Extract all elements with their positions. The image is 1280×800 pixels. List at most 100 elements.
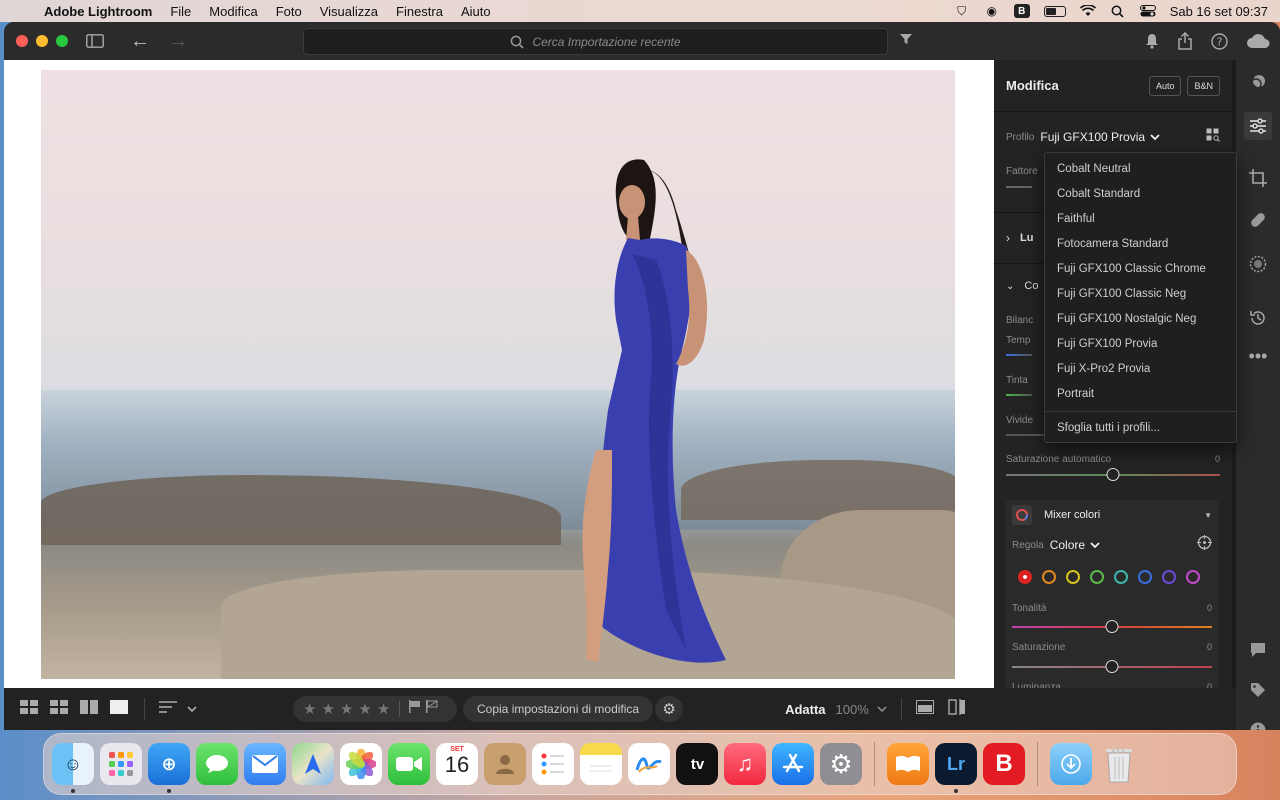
color-swatch-8[interactable] — [1186, 570, 1200, 584]
healing-bandage-icon[interactable] — [1248, 210, 1268, 230]
record-icon[interactable]: ◉ — [984, 4, 1000, 18]
slider-knob[interactable] — [1105, 660, 1119, 673]
shield-icon[interactable]: ⛉ — [954, 4, 970, 18]
color-swatch-5[interactable] — [1114, 570, 1128, 584]
notes-icon[interactable] — [580, 743, 622, 785]
messages-icon[interactable] — [196, 743, 238, 785]
color-swatch-2[interactable] — [1042, 570, 1056, 584]
star-rating-4[interactable]: ★ — [358, 700, 371, 718]
auto-saturation-slider[interactable] — [1006, 468, 1220, 482]
menu-aiuto[interactable]: Aiuto — [452, 4, 500, 19]
menu-visualizza[interactable]: Visualizza — [311, 4, 387, 19]
color-swatch-1[interactable] — [1018, 570, 1032, 584]
music-icon[interactable]: ♫ — [724, 743, 766, 785]
before-after-icon[interactable] — [915, 699, 934, 719]
main-photo[interactable] — [41, 70, 955, 679]
auto-button[interactable]: Auto — [1148, 75, 1182, 96]
finder-icon[interactable]: ☺ — [52, 743, 94, 793]
freeform-icon[interactable] — [628, 743, 670, 785]
comments-icon[interactable] — [1248, 640, 1268, 660]
target-adjust-icon[interactable] — [1197, 535, 1212, 555]
reminders-icon[interactable] — [532, 743, 574, 785]
back-arrow-icon[interactable]: ← — [130, 30, 150, 53]
profile-option[interactable]: Portrait — [1045, 382, 1236, 407]
copy-edit-settings-button[interactable]: Copia impostazioni di modifica — [463, 696, 654, 722]
hue-slider[interactable] — [1012, 620, 1212, 634]
split-view-icon[interactable] — [948, 698, 966, 720]
trash-icon[interactable] — [1098, 743, 1140, 785]
color-swatch-4[interactable] — [1090, 570, 1104, 584]
bartender-icon[interactable]: B — [1013, 4, 1030, 18]
profile-option[interactable]: Fuji GFX100 Classic Chrome — [1045, 257, 1236, 282]
mail-icon[interactable] — [244, 743, 286, 785]
browse-profiles-option[interactable]: Sfoglia tutti i profili... — [1045, 416, 1236, 441]
bitdefender-icon[interactable]: B — [983, 743, 1025, 785]
photo-canvas[interactable] — [4, 60, 994, 688]
compare-view-icon[interactable] — [80, 699, 98, 719]
filter-icon[interactable] — [900, 33, 912, 45]
facetime-icon[interactable] — [388, 743, 430, 785]
color-swatch-3[interactable] — [1066, 570, 1080, 584]
settings-gear-icon[interactable]: ⚙ — [655, 696, 684, 722]
star-rating-2[interactable]: ★ — [321, 700, 334, 718]
keyword-tag-icon[interactable] — [1248, 680, 1268, 700]
launchpad-icon[interactable] — [100, 743, 142, 785]
menu-modifica[interactable]: Modifica — [200, 4, 266, 19]
contacts-icon[interactable] — [484, 743, 526, 785]
profile-option[interactable]: Fuji GFX100 Nostalgic Neg — [1045, 307, 1236, 332]
menu-app-name[interactable]: Adobe Lightroom — [38, 4, 161, 19]
square-grid-view-icon[interactable] — [20, 699, 38, 719]
menu-foto[interactable]: Foto — [267, 4, 311, 19]
photo-grid-view-icon[interactable] — [50, 699, 68, 719]
slider-knob[interactable] — [1106, 468, 1120, 481]
close-window-button[interactable] — [16, 35, 28, 47]
sort-icon[interactable] — [159, 700, 177, 719]
spotlight-search-icon[interactable] — [1110, 4, 1126, 18]
crop-icon[interactable] — [1248, 168, 1268, 188]
star-rating-3[interactable]: ★ — [340, 700, 353, 718]
search-input[interactable]: Cerca Importazione recente — [303, 28, 888, 55]
pick-flag-icon[interactable] — [409, 700, 421, 718]
lightroom-app-icon[interactable]: Lr — [935, 743, 977, 793]
color-swatch-7[interactable] — [1162, 570, 1176, 584]
sidebar-toggle-icon[interactable] — [86, 34, 104, 48]
profile-option[interactable]: Cobalt Neutral — [1045, 157, 1236, 182]
menubar-datetime[interactable]: Sab 16 set 09:37 — [1170, 4, 1268, 19]
mixer-collapse-icon[interactable]: ▼ — [1204, 511, 1212, 520]
battery-icon[interactable] — [1043, 5, 1066, 17]
apple-tv-icon[interactable]: tv — [676, 743, 718, 785]
app-store-icon[interactable] — [772, 743, 814, 785]
photos-icon[interactable] — [340, 743, 382, 785]
edit-sliders-icon[interactable] — [1244, 112, 1272, 140]
info-icon[interactable] — [1248, 720, 1268, 730]
menu-finestra[interactable]: Finestra — [387, 4, 452, 19]
profile-browser-icon[interactable] — [1206, 128, 1220, 147]
history-icon[interactable] — [1248, 308, 1268, 328]
masking-icon[interactable] — [1248, 254, 1268, 274]
saturation-slider[interactable] — [1012, 660, 1212, 674]
color-swatch-6[interactable] — [1138, 570, 1152, 584]
system-settings-icon[interactable]: ⚙ — [820, 743, 862, 785]
maps-icon[interactable] — [292, 743, 334, 785]
zoom-value[interactable]: 100% — [836, 702, 869, 717]
profile-option[interactable]: Fuji X-Pro2 Provia — [1045, 357, 1236, 382]
chevron-down-icon[interactable] — [877, 700, 887, 718]
chevron-down-icon[interactable] — [187, 700, 197, 718]
zoom-window-button[interactable] — [56, 35, 68, 47]
forward-arrow-icon[interactable]: → — [168, 30, 188, 53]
profile-option[interactable]: Fuji GFX100 Classic Neg — [1045, 282, 1236, 307]
more-options-icon[interactable]: ••• — [1248, 346, 1268, 366]
help-icon[interactable]: ? — [1211, 32, 1228, 50]
wifi-icon[interactable] — [1079, 4, 1096, 18]
adjust-select[interactable]: Colore — [1050, 538, 1100, 552]
reject-flag-icon[interactable] — [426, 700, 438, 718]
cloud-sync-icon[interactable] — [1246, 33, 1270, 49]
star-rating-5[interactable]: ★ — [377, 700, 390, 718]
bw-button[interactable]: B&N — [1187, 75, 1220, 96]
presets-icon[interactable] — [1248, 72, 1268, 92]
profile-option-selected[interactable]: Fuji GFX100 Provia — [1045, 332, 1236, 357]
profile-option[interactable]: Faithful — [1045, 207, 1236, 232]
detail-view-icon[interactable] — [110, 699, 128, 719]
profile-option[interactable]: Fotocamera Standard — [1045, 232, 1236, 257]
star-rating-1[interactable]: ★ — [303, 700, 316, 718]
